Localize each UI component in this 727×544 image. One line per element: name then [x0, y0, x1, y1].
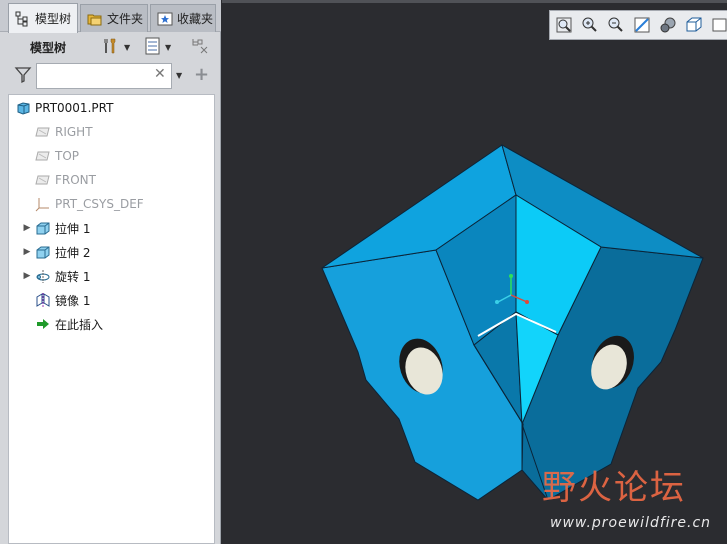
tree-item-insert-here[interactable]: 在此插入	[21, 313, 103, 335]
tree-item-csys[interactable]: PRT_CSYS_DEF	[21, 193, 144, 215]
display-style-icon[interactable]	[658, 15, 678, 35]
filter-icon[interactable]	[14, 66, 32, 87]
datum-plane-icon	[35, 172, 51, 188]
tree-item-extrude-1[interactable]: ▶ 拉伸 1	[21, 217, 91, 239]
tab-model-tree[interactable]: 模型树	[8, 3, 78, 33]
tab-folder[interactable]: 文件夹	[80, 4, 148, 32]
tree-item-label: RIGHT	[55, 125, 93, 139]
datum-plane-icon	[35, 124, 51, 140]
tab-favorites[interactable]: 收藏夹	[150, 4, 216, 32]
tree-item-top[interactable]: TOP	[21, 145, 79, 167]
tools-icon	[102, 37, 120, 58]
tree-item-label: 拉伸 1	[55, 221, 91, 236]
add-icon[interactable]: +	[194, 64, 209, 85]
extrude-icon	[35, 220, 51, 236]
chevron-down-icon[interactable]: ▼	[176, 71, 182, 80]
repaint-icon[interactable]	[632, 15, 652, 35]
saved-views-icon[interactable]	[684, 15, 704, 35]
tree-item-extrude-2[interactable]: ▶ 拉伸 2	[21, 241, 91, 263]
tab-label: 收藏夹	[177, 12, 214, 26]
favorites-icon	[157, 11, 173, 27]
model-tree-icon	[15, 11, 31, 27]
tree-toolbar: 模型树 ▼ ▼	[0, 32, 221, 62]
watermark-title: 野火论坛	[542, 468, 686, 508]
model-tree: PRT0001.PRT RIGHT TOP FRONT PRT_CSYS_DEF…	[8, 94, 215, 544]
expand-arrow-icon[interactable]: ▶	[21, 247, 33, 257]
settings-dropdown-button[interactable]: ▼	[102, 37, 130, 57]
refit-icon[interactable]	[554, 15, 574, 35]
tree-item-front[interactable]: FRONT	[21, 169, 96, 191]
zoom-out-icon[interactable]	[606, 15, 626, 35]
tree-item-label: FRONT	[55, 173, 96, 187]
tree-item-label: PRT_CSYS_DEF	[55, 197, 144, 211]
expand-arrow-icon[interactable]: ▶	[21, 271, 33, 281]
insert-arrow-icon	[35, 316, 51, 332]
tree-item-right[interactable]: RIGHT	[21, 121, 93, 143]
datum-plane-icon	[35, 148, 51, 164]
search-input[interactable]	[36, 63, 172, 89]
view-toolbar	[549, 10, 727, 40]
search-row: ✕ ▼ +	[0, 62, 221, 92]
tab-label: 文件夹	[107, 12, 144, 26]
tree-root-item[interactable]: PRT0001.PRT	[13, 97, 113, 119]
extrude-icon	[35, 244, 51, 260]
show-dropdown-button[interactable]: ▼	[145, 37, 171, 57]
forum-watermark: 野火论坛 www.proewildfire.cn	[542, 460, 722, 540]
chevron-down-icon: ▼	[124, 42, 131, 52]
folder-icon	[87, 11, 103, 27]
tree-toolbar-title: 模型树	[30, 40, 67, 55]
mirror-icon	[35, 292, 51, 308]
csys-icon	[35, 196, 51, 212]
tree-item-mirror-1[interactable]: 镜像 1	[21, 289, 90, 311]
revolve-icon	[35, 268, 51, 284]
list-icon	[145, 37, 161, 58]
part-icon	[15, 100, 31, 116]
expand-arrow-icon[interactable]: ▶	[21, 223, 33, 233]
tree-item-label: 拉伸 2	[55, 245, 91, 260]
tree-item-revolve-1[interactable]: ▶ 旋转 1	[21, 265, 91, 287]
chevron-down-icon: ▼	[165, 42, 172, 52]
graphics-viewport[interactable]: 野火论坛 www.proewildfire.cn	[222, 0, 727, 544]
model-tree-panel: 模型树 文件夹 收藏夹 模型树 ▼ ▼ ✕ ▼ + PRT0001.PRT RI…	[0, 0, 221, 544]
tab-label: 模型树	[35, 12, 72, 26]
tree-item-label: 在此插入	[55, 317, 104, 332]
zoom-in-icon[interactable]	[580, 15, 600, 35]
tree-filter-settings-button[interactable]	[191, 37, 211, 57]
clear-icon[interactable]: ✕	[154, 66, 166, 82]
view-manager-icon[interactable]	[710, 15, 727, 35]
tree-item-label: 旋转 1	[55, 269, 91, 284]
tree-root-label: PRT0001.PRT	[35, 101, 114, 115]
tree-filter-icon	[191, 37, 211, 58]
tree-item-label: 镜像 1	[55, 293, 91, 308]
watermark-url: www.proewildfire.cn	[550, 515, 712, 531]
panel-tabs: 模型树 文件夹 收藏夹	[0, 0, 221, 33]
tree-item-label: TOP	[55, 149, 80, 163]
